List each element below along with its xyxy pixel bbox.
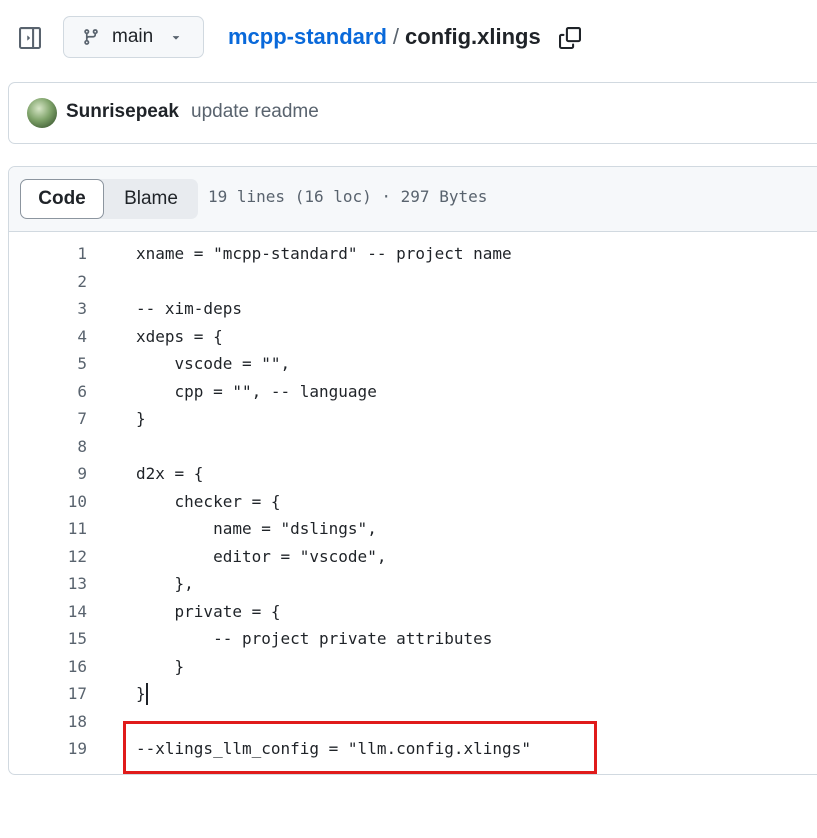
file-stats: 19 lines (16 loc) · 297 Bytes (208, 187, 488, 206)
line-code-text: -- project private attributes (136, 629, 493, 648)
line-number[interactable]: 3 (9, 299, 87, 318)
code-line: 16 } (9, 653, 817, 681)
line-number[interactable]: 5 (9, 354, 87, 373)
code-line: 11 name = "dslings", (9, 515, 817, 543)
sidebar-toggle-button[interactable] (14, 22, 46, 54)
code-line: 15 -- project private attributes (9, 625, 817, 653)
copy-path-button[interactable] (556, 24, 584, 52)
code-line: 12 editor = "vscode", (9, 543, 817, 571)
code-line: 14 private = { (9, 598, 817, 626)
line-number[interactable]: 2 (9, 272, 87, 291)
line-code-text: checker = { (136, 491, 281, 511)
line-number[interactable]: 10 (9, 492, 87, 511)
code-line: 10 checker = { (9, 488, 817, 516)
triangle-down-icon (172, 36, 180, 40)
line-number[interactable]: 9 (9, 464, 87, 483)
annotation-highlight-box (123, 721, 597, 774)
code-line: 2 (9, 268, 817, 296)
sidebar-expand-icon (19, 27, 41, 49)
git-branch-icon (84, 29, 98, 45)
line-number[interactable]: 18 (9, 712, 87, 731)
file-header: Code Blame 19 lines (16 loc) · 297 Bytes (9, 167, 817, 232)
line-number[interactable]: 1 (9, 244, 87, 263)
line-number[interactable]: 8 (9, 437, 87, 456)
line-number[interactable]: 11 (9, 519, 87, 538)
line-number[interactable]: 14 (9, 602, 87, 621)
line-code-text: cpp = "", -- language (136, 381, 377, 401)
breadcrumb-repo-link[interactable]: mcpp-standard (228, 24, 387, 50)
line-code-text: }, (136, 574, 194, 593)
line-code-text: d2x = { (136, 464, 204, 483)
code-line: 9 d2x = { (9, 460, 817, 488)
line-number[interactable]: 13 (9, 574, 87, 593)
line-code-text: private = { (136, 601, 281, 621)
latest-commit-bar: Sunrisepeak update readme (8, 82, 817, 144)
code-line: 1 xname = "mcpp-standard" -- project name (9, 240, 817, 268)
code-line: 4 xdeps = { (9, 323, 817, 351)
line-number[interactable]: 15 (9, 629, 87, 648)
code-view[interactable]: 1 xname = "mcpp-standard" -- project name… (9, 240, 817, 763)
line-number[interactable]: 6 (9, 382, 87, 401)
line-number[interactable]: 16 (9, 657, 87, 676)
code-line: 8 (9, 433, 817, 461)
code-line: 5 vscode = "", (9, 350, 817, 378)
copy-icon (559, 27, 581, 49)
line-code-text: xdeps = { (136, 326, 223, 346)
branch-name: main (112, 26, 154, 47)
breadcrumb-separator: / (392, 24, 400, 49)
line-code-text: vscode = "", (136, 354, 291, 373)
line-code-text: editor = "vscode", (136, 546, 387, 566)
avatar[interactable] (27, 98, 57, 128)
commit-author-link[interactable]: Sunrisepeak (66, 101, 179, 123)
line-number[interactable]: 17 (9, 684, 87, 703)
tab-blame[interactable]: Blame (104, 179, 198, 219)
breadcrumb-file-name: config.xlings (405, 24, 541, 49)
line-number[interactable]: 12 (9, 547, 87, 566)
line-number[interactable]: 7 (9, 409, 87, 428)
code-line: 3 -- xim-deps (9, 295, 817, 323)
line-code-text: -- xim-deps (136, 299, 242, 318)
line-number[interactable]: 4 (9, 327, 87, 346)
commit-message-link[interactable]: update readme (191, 101, 319, 123)
code-line: 7} (9, 405, 817, 433)
line-code-text: xname = "mcpp-standard" -- project name (136, 244, 512, 263)
line-number[interactable]: 19 (9, 739, 87, 758)
tab-code[interactable]: Code (20, 179, 104, 219)
line-code-text: } (136, 684, 146, 703)
code-line: 6 cpp = "", -- language (9, 378, 817, 406)
code-line: 17} (9, 680, 817, 708)
line-code-text: } (136, 656, 185, 676)
file-viewer: Code Blame 19 lines (16 loc) · 297 Bytes… (8, 166, 817, 775)
code-line: 13 }, (9, 570, 817, 598)
view-mode-toggle: Code Blame (20, 179, 198, 219)
breadcrumb: mcpp-standard / config.xlings (228, 24, 541, 50)
file-topbar: main mcpp-standard / config.xlings (0, 0, 817, 78)
branch-selector-button[interactable]: main (63, 16, 204, 58)
line-code-text: name = "dslings", (136, 519, 377, 538)
line-code-text: } (136, 409, 146, 428)
text-cursor (146, 683, 148, 705)
